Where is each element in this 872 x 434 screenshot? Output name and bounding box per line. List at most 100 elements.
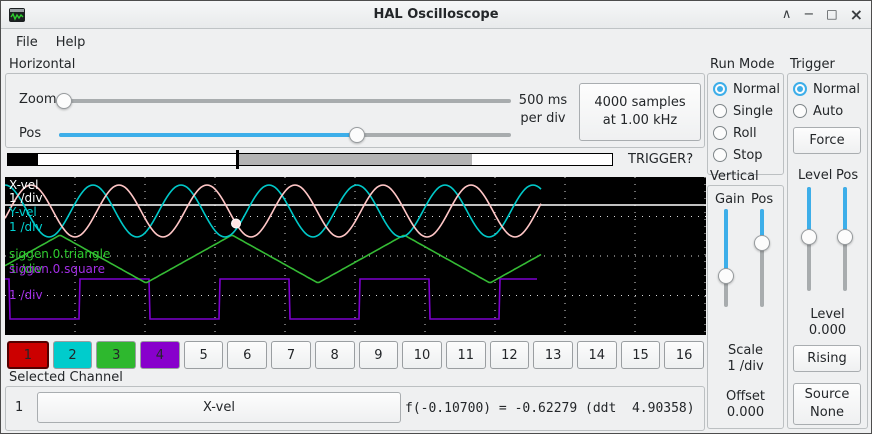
trigger-group-label: Trigger xyxy=(790,57,835,72)
channel-button-2[interactable]: 2 xyxy=(53,341,93,369)
menu-file[interactable]: File xyxy=(7,32,47,53)
vertical-group-label: Vertical xyxy=(710,169,759,184)
vertical-scale-caption: Scale xyxy=(707,343,784,358)
channel-button-16[interactable]: 16 xyxy=(664,341,704,369)
scope-channel-scale-label: 1 /div xyxy=(9,221,43,234)
maximize-button[interactable]: □ xyxy=(826,8,837,21)
runmode-normal-radio[interactable]: Normal xyxy=(713,79,780,99)
radio-icon xyxy=(713,148,727,162)
radio-label: Stop xyxy=(733,148,763,163)
record-used-segment xyxy=(7,153,38,166)
minimize-button[interactable]: − xyxy=(803,8,814,21)
channel-button-11[interactable]: 11 xyxy=(446,341,486,369)
scope-channel-scale-label: 1 /div xyxy=(9,289,43,302)
run-mode-group-label: Run Mode xyxy=(710,57,774,72)
slider-handle[interactable] xyxy=(718,268,734,284)
record-view-segment xyxy=(238,154,472,165)
radio-icon xyxy=(713,126,727,140)
slider-handle[interactable] xyxy=(349,127,365,143)
runmode-single-radio[interactable]: Single xyxy=(713,101,773,121)
record-trigger-marker xyxy=(236,150,239,169)
slider-handle[interactable] xyxy=(801,229,817,245)
oscilloscope-display[interactable]: X-vel1 /divY-vel1 /divsiggen.0.triangle1… xyxy=(5,177,706,335)
slider-handle[interactable] xyxy=(837,229,853,245)
selected-channel-number: 1 xyxy=(15,400,23,415)
samples-line2: at 1.00 kHz xyxy=(603,112,677,130)
channel-button-10[interactable]: 10 xyxy=(402,341,442,369)
vertical-scale-value: 1 /div xyxy=(707,359,784,374)
radio-label: Normal xyxy=(813,82,860,97)
channel-button-8[interactable]: 8 xyxy=(315,341,355,369)
channel-button-1[interactable]: 1 xyxy=(7,341,49,369)
trigger-level-slider-label: Level xyxy=(798,168,832,183)
channel-button-6[interactable]: 6 xyxy=(227,341,267,369)
source-line1: Source xyxy=(805,386,850,404)
vertical-gain-label: Gain xyxy=(715,192,745,207)
slider-handle[interactable] xyxy=(754,235,770,251)
trigger-source-button[interactable]: Source None xyxy=(793,383,861,425)
rate-line1: 500 ms xyxy=(511,92,575,110)
trigger-question-label: TRIGGER? xyxy=(628,152,693,167)
trigger-level-value: 0.000 xyxy=(787,323,868,338)
slider-fill xyxy=(59,133,357,137)
rate-line2: per div xyxy=(511,110,575,128)
selected-channel-group-label: Selected Channel xyxy=(9,370,123,385)
vertical-pos-label: Pos xyxy=(751,192,773,207)
channel-button-9[interactable]: 9 xyxy=(359,341,399,369)
channel-button-15[interactable]: 15 xyxy=(621,341,661,369)
scope-channel-name-label: siggen.0.triangle xyxy=(9,248,110,261)
window-controls: ∧ − □ × xyxy=(782,1,863,28)
radio-icon xyxy=(793,104,807,118)
scope-channel-name-label: siggen.0.square xyxy=(9,263,105,276)
vertical-pos-slider[interactable] xyxy=(754,209,770,307)
channel-button-7[interactable]: 7 xyxy=(271,341,311,369)
horizontal-group-label: Horizontal xyxy=(9,57,75,72)
vertical-gain-slider[interactable] xyxy=(718,209,734,307)
samples-button[interactable]: 4000 samples at 1.00 kHz xyxy=(579,83,701,141)
radio-label: Single xyxy=(733,104,773,119)
trigger-normal-radio[interactable]: Normal xyxy=(793,79,860,99)
shade-button[interactable]: ∧ xyxy=(782,8,792,21)
scope-labels-overlay: X-vel1 /divY-vel1 /divsiggen.0.triangle1… xyxy=(5,177,706,335)
channel-button-3[interactable]: 3 xyxy=(96,341,136,369)
vertical-offset-value: 0.000 xyxy=(707,405,784,420)
channel-name-button[interactable]: X-vel xyxy=(37,392,401,423)
rate-readout: 500 ms per div xyxy=(511,92,575,128)
channel-button-row: 1 2 3 4 5 6 7 8 9 10 11 12 13 14 15 16 xyxy=(7,341,704,369)
scope-channel-name-label: Y-vel xyxy=(9,206,37,219)
trigger-level-slider[interactable] xyxy=(801,187,817,291)
trigger-auto-radio[interactable]: Auto xyxy=(793,101,843,121)
zoom-label: Zoom xyxy=(19,92,56,107)
slider-groove xyxy=(59,99,511,103)
samples-line1: 4000 samples xyxy=(594,94,685,112)
horizontal-pos-slider[interactable] xyxy=(59,127,511,143)
channel-button-4[interactable]: 4 xyxy=(140,341,180,369)
channel-button-13[interactable]: 13 xyxy=(533,341,573,369)
titlebar[interactable]: HAL Oscilloscope ∧ − □ × xyxy=(1,1,871,29)
radio-label: Roll xyxy=(733,126,757,141)
trigger-level-caption: Level xyxy=(787,307,868,322)
app-window: HAL Oscilloscope ∧ − □ × File Help Horiz… xyxy=(0,0,872,434)
zoom-slider[interactable] xyxy=(59,93,511,109)
menubar: File Help xyxy=(1,30,871,54)
runmode-roll-radio[interactable]: Roll xyxy=(713,123,757,143)
radio-label: Normal xyxy=(733,82,780,97)
menu-help[interactable]: Help xyxy=(47,32,95,53)
radio-icon xyxy=(713,104,727,118)
window-title: HAL Oscilloscope xyxy=(1,7,871,22)
runmode-stop-radio[interactable]: Stop xyxy=(713,145,763,165)
trigger-edge-button[interactable]: Rising xyxy=(793,345,861,372)
close-button[interactable]: × xyxy=(850,8,863,21)
channel-button-12[interactable]: 12 xyxy=(490,341,530,369)
scope-channel-scale-label: 1 /div xyxy=(9,192,43,205)
channel-button-5[interactable]: 5 xyxy=(184,341,224,369)
record-position-bar[interactable] xyxy=(7,153,613,166)
force-button[interactable]: Force xyxy=(793,127,861,154)
function-readout: f(-0.10700) = -0.62279 (ddt 4.90358) xyxy=(405,401,695,416)
channel-button-14[interactable]: 14 xyxy=(577,341,617,369)
radio-label: Auto xyxy=(813,104,843,119)
trigger-pos-slider[interactable] xyxy=(837,187,853,291)
hpos-label: Pos xyxy=(19,126,41,141)
radio-icon xyxy=(793,82,807,96)
slider-handle[interactable] xyxy=(56,93,72,109)
